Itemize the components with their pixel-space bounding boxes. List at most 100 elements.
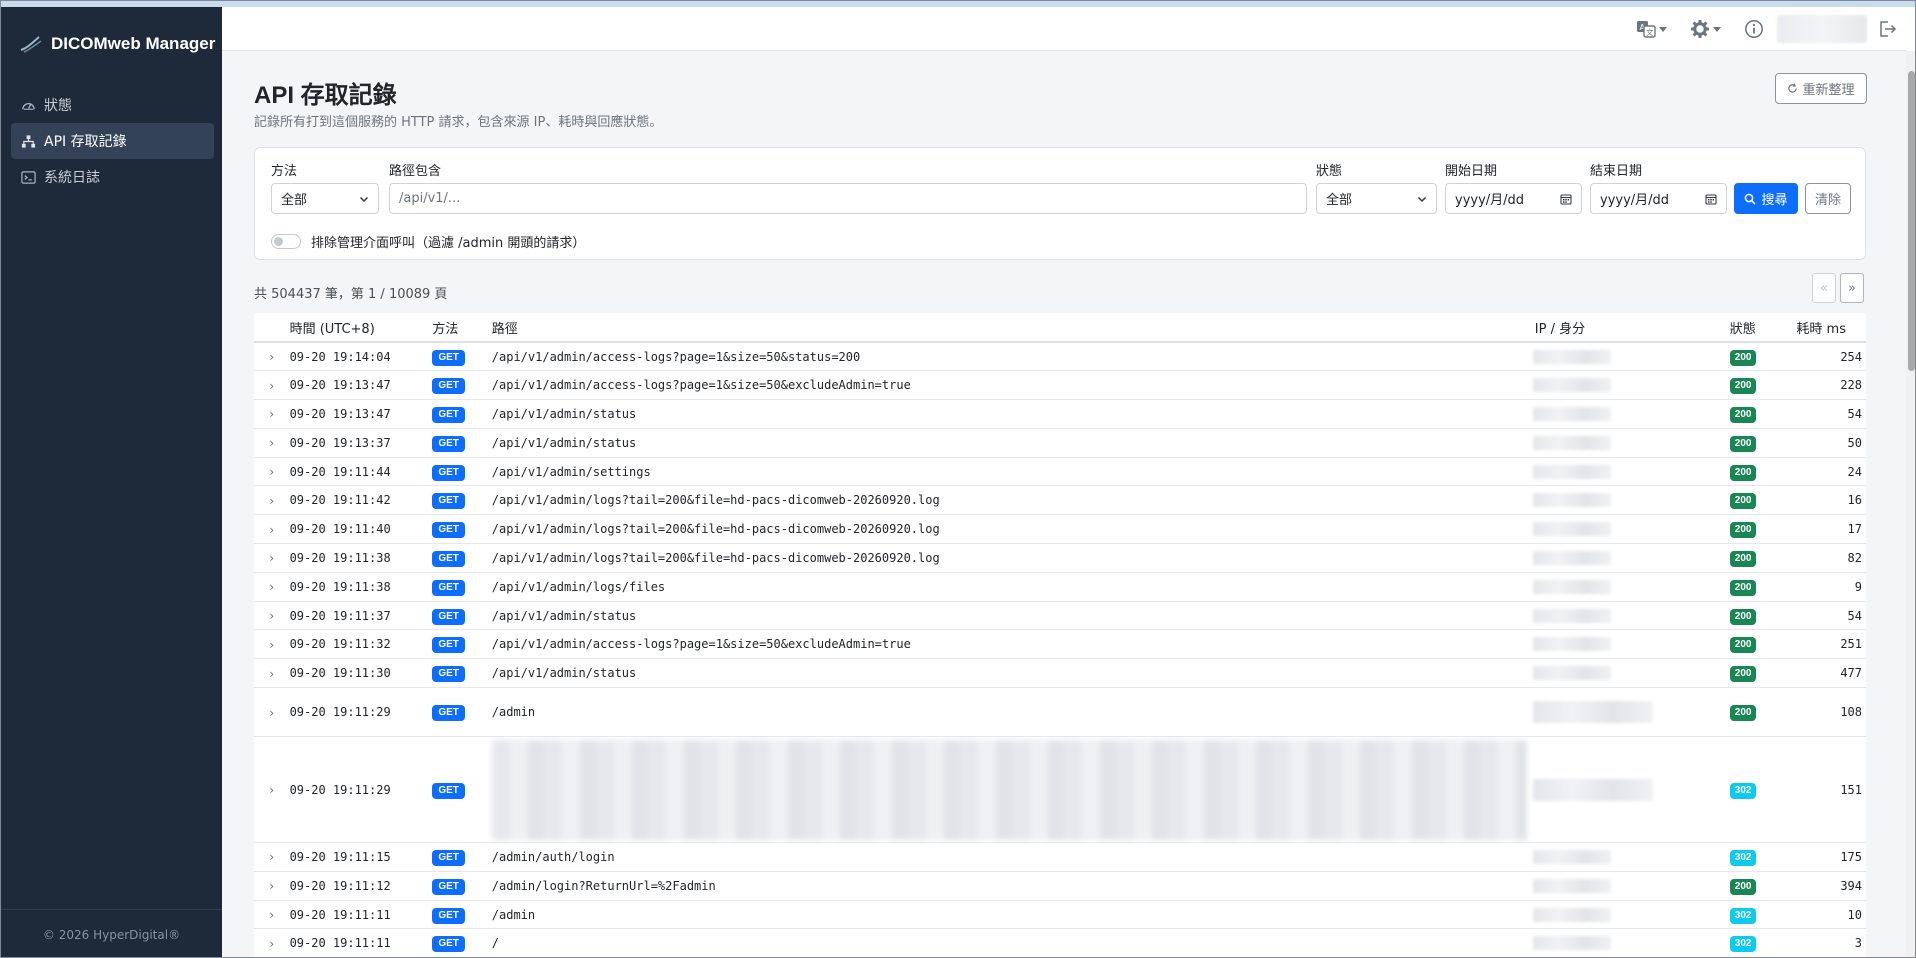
row-time: 09-20 19:11:12	[285, 871, 429, 901]
table-row[interactable]: › 09-20 19:11:32 GET/api/v1/admin/access-l…	[254, 629, 1866, 660]
expand-chevron-icon[interactable]: ›	[254, 514, 286, 545]
table-row[interactable]: › 09-20 19:11:11 GET/admin 302 10	[254, 900, 1866, 930]
status-badge: 200	[1729, 637, 1757, 654]
refresh-button[interactable]: 重新整理	[1775, 73, 1867, 104]
row-path-cell: /api/v1/admin/access-logs?page=1&size=50…	[487, 629, 1531, 660]
prev-page-button[interactable]: «	[1812, 273, 1836, 303]
next-page-button[interactable]: »	[1840, 273, 1864, 303]
brand-logo-icon	[20, 36, 42, 53]
row-method-cell: GET	[428, 658, 488, 689]
header-ms[interactable]: 耗時 ms	[1785, 313, 1866, 343]
scrollbar-thumb[interactable]	[1908, 71, 1915, 371]
method-badge: GET	[432, 349, 465, 366]
redacted-ip	[1532, 464, 1611, 479]
header-ip[interactable]: IP / 身分	[1530, 313, 1726, 343]
row-method-cell: GET	[428, 457, 488, 487]
expand-chevron-icon[interactable]: ›	[254, 928, 286, 957]
row-ms: 16	[1785, 485, 1866, 516]
sidebar-item-api-access-logs[interactable]: API 存取記錄	[11, 123, 214, 159]
info-button[interactable]	[1744, 17, 1764, 41]
status-label: 狀態	[1316, 164, 1343, 179]
table-row[interactable]: › 09-20 19:11:42 GET/api/v1/admin/logs?tai…	[254, 485, 1866, 516]
expand-chevron-icon[interactable]: ›	[254, 629, 286, 660]
settings-dropdown[interactable]	[1690, 17, 1721, 41]
table-row[interactable]: › 09-20 19:11:11 GET / 302 3	[254, 928, 1866, 957]
path-input[interactable]: /api/v1/...	[389, 183, 1307, 214]
expand-chevron-icon[interactable]: ›	[254, 399, 286, 429]
start-date-placeholder: yyyy/月/dd	[1455, 193, 1525, 208]
brand[interactable]: DICOMweb Manager	[19, 29, 215, 59]
row-ip-cell	[1530, 687, 1726, 738]
table-row[interactable]: › 09-20 19:13:47 GET/api/v1/admin/access-l…	[254, 370, 1866, 401]
table-row[interactable]: › 09-20 19:11:40 GET/api/v1/admin/logs?tai…	[254, 514, 1866, 545]
row-path-cell: /	[487, 928, 1531, 957]
row-ms: 54	[1785, 601, 1866, 631]
expand-chevron-icon[interactable]: ›	[254, 842, 286, 872]
expand-chevron-icon[interactable]: ›	[254, 601, 286, 631]
info-icon	[1745, 20, 1763, 38]
row-time: 09-20 19:11:32	[285, 629, 429, 660]
row-ms: 251	[1785, 629, 1866, 660]
table-row[interactable]: › 09-20 19:11:38 GET/api/v1/admin/logs?tai…	[254, 543, 1866, 573]
sidebar-item-status[interactable]: 狀態	[11, 87, 214, 123]
table-row[interactable]: › 09-20 19:14:04 GET/api/v1/admin/access-l…	[254, 342, 1866, 372]
method-badge: GET	[432, 705, 465, 722]
table-row[interactable]: › 09-20 19:13:37 GET/api/v1/admin/status 20…	[254, 428, 1866, 458]
method-select[interactable]: 全部	[271, 183, 379, 214]
row-method-cell: GET	[428, 543, 488, 573]
row-path-cell: /api/v1/admin/status	[487, 601, 1531, 631]
exclude-admin-toggle[interactable]	[271, 234, 301, 249]
sidebar-item-label: 系統日誌	[44, 170, 100, 186]
table-row[interactable]: › 09-20 19:11:44 GET/api/v1/admin/settings…	[254, 457, 1866, 487]
language-dropdown[interactable]: A文	[1636, 17, 1667, 41]
row-time: 09-20 19:11:38	[285, 543, 429, 573]
sidebar-item-system-logs[interactable]: 系統日誌	[11, 159, 214, 195]
page-scrollbar[interactable]	[1906, 51, 1915, 957]
header-time[interactable]: 時間 (UTC+8)	[285, 313, 429, 343]
row-path-cell: /api/v1/admin/logs?tail=200&file=hd-pacs…	[487, 543, 1531, 573]
row-ip-cell	[1530, 342, 1726, 372]
expand-chevron-icon[interactable]: ›	[254, 736, 286, 844]
table-row[interactable]: › 09-20 19:11:38 GET/api/v1/admin/logs/fil…	[254, 572, 1866, 602]
expand-chevron-icon[interactable]: ›	[254, 457, 286, 487]
table-row[interactable]: › 09-20 19:11:29 GET/admin 200 108	[254, 687, 1866, 738]
status-select[interactable]: 全部	[1316, 183, 1437, 214]
table-row[interactable]: › 09-20 19:11:12 GET/admin/login?ReturnUrl…	[254, 871, 1866, 901]
status-badge: 200	[1729, 464, 1757, 481]
expand-chevron-icon[interactable]: ›	[254, 658, 286, 689]
row-path-cell: /admin	[487, 900, 1531, 930]
expand-chevron-icon[interactable]: ›	[254, 370, 286, 401]
row-time: 09-20 19:11:15	[285, 842, 429, 872]
row-path: /api/v1/admin/logs?tail=200&file=hd-pacs…	[491, 522, 940, 537]
user-avatar[interactable]	[1777, 15, 1867, 43]
expand-chevron-icon[interactable]: ›	[254, 485, 286, 516]
table-row[interactable]: › 09-20 19:11:30 GET/api/v1/admin/status 20…	[254, 658, 1866, 689]
expand-chevron-icon[interactable]: ›	[254, 572, 286, 602]
table-row[interactable]: › 09-20 19:13:47 GET/api/v1/admin/status 20…	[254, 399, 1866, 429]
header-path[interactable]: 路徑	[487, 313, 1531, 343]
result-summary: 共 504437 筆，第 1 / 10089 頁	[254, 287, 448, 302]
start-date-input[interactable]: yyyy/月/dd	[1445, 183, 1582, 214]
row-method-cell: GET	[428, 629, 488, 660]
search-button[interactable]: 搜尋	[1734, 183, 1798, 214]
expand-chevron-icon[interactable]: ›	[254, 687, 286, 738]
header-expand	[254, 313, 286, 343]
table-row[interactable]: › 09-20 19:11:29 GET 302 151	[254, 736, 1866, 844]
expand-chevron-icon[interactable]: ›	[254, 543, 286, 573]
row-ip-cell	[1530, 485, 1726, 516]
end-date-input[interactable]: yyyy/月/dd	[1590, 183, 1727, 214]
row-path: /	[491, 936, 499, 951]
table-row[interactable]: › 09-20 19:11:15 GET/admin/auth/login 302 17…	[254, 842, 1866, 872]
redacted-ip	[1532, 666, 1611, 681]
table-row[interactable]: › 09-20 19:11:37 GET/api/v1/admin/status 20…	[254, 601, 1866, 631]
logout-button[interactable]	[1877, 17, 1897, 41]
row-time: 09-20 19:13:37	[285, 428, 429, 458]
header-method[interactable]: 方法	[428, 313, 488, 343]
clear-button[interactable]: 清除	[1805, 183, 1851, 214]
expand-chevron-icon[interactable]: ›	[254, 900, 286, 930]
row-path-cell: /api/v1/admin/access-logs?page=1&size=50…	[487, 342, 1531, 372]
expand-chevron-icon[interactable]: ›	[254, 428, 286, 458]
header-status[interactable]: 狀態	[1725, 313, 1786, 343]
expand-chevron-icon[interactable]: ›	[254, 871, 286, 901]
expand-chevron-icon[interactable]: ›	[254, 342, 286, 372]
